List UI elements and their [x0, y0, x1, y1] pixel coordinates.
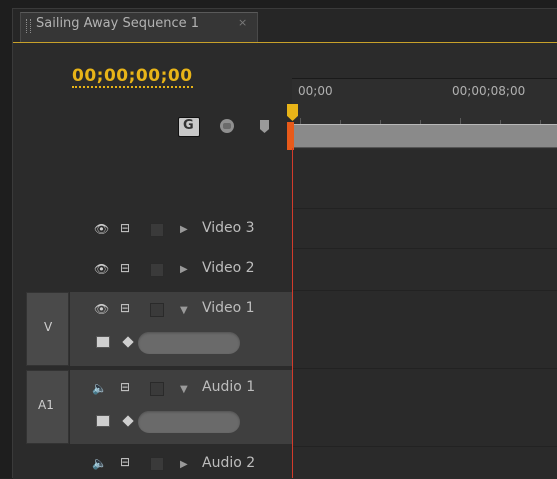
toggle-track-output-speaker-icon[interactable]: 🔈 [92, 381, 107, 395]
display-style-icon[interactable] [96, 336, 110, 348]
tab-title[interactable]: Sailing Away Sequence 1 [36, 16, 199, 31]
work-area-bar[interactable] [292, 124, 557, 148]
track-lock-icon[interactable] [150, 382, 164, 396]
track-lock-icon[interactable] [150, 303, 164, 317]
add-marker-icon[interactable] [220, 119, 234, 133]
expand-track-icon[interactable]: ▶ [180, 224, 188, 235]
target-label-a1: A1 [38, 398, 54, 412]
target-label-v: V [44, 320, 53, 334]
sync-lock-icon[interactable]: ⊟ [120, 301, 130, 315]
sync-lock-icon[interactable]: ⊟ [120, 221, 130, 235]
toggle-track-output-eye-icon[interactable]: 👁 [94, 222, 109, 236]
toggle-track-output-eye-icon[interactable]: 👁 [94, 302, 109, 316]
track-separator [293, 208, 557, 209]
tab-grip-icon[interactable] [26, 19, 31, 33]
track-separator [293, 290, 557, 291]
collapse-track-icon[interactable]: ▼ [180, 305, 188, 316]
ruler-label-8s: 00;00;08;00 [452, 84, 526, 98]
playhead-line [292, 148, 293, 478]
expand-track-icon[interactable]: ▶ [180, 264, 188, 275]
waveform-display-icon[interactable] [96, 415, 110, 427]
toggle-track-output-eye-icon[interactable]: 👁 [94, 262, 109, 276]
track-name-video1: Video 1 [202, 300, 255, 316]
track-name-audio1: Audio 1 [202, 379, 256, 395]
ruler-label-start: 00;00 [298, 84, 333, 98]
sync-lock-icon[interactable]: ⊟ [120, 455, 130, 469]
track-name-video2: Video 2 [202, 260, 255, 276]
track-lock-icon[interactable] [150, 457, 164, 471]
track-separator [293, 248, 557, 249]
playhead-handle[interactable] [287, 122, 294, 150]
track-separator [293, 368, 557, 369]
sync-lock-icon[interactable]: ⊟ [120, 261, 130, 275]
tab-close-icon[interactable]: × [238, 16, 247, 29]
keyframe-navigator[interactable] [138, 332, 240, 354]
toggle-track-output-speaker-icon[interactable]: 🔈 [92, 456, 107, 470]
track-name-audio2: Audio 2 [202, 455, 256, 471]
track-lock-icon[interactable] [150, 223, 164, 237]
collapse-track-icon[interactable]: ▼ [180, 384, 188, 395]
current-time-display[interactable]: 00;00;00;00 [72, 66, 193, 88]
track-content-area[interactable] [293, 150, 557, 478]
track-lock-icon[interactable] [150, 263, 164, 277]
sync-lock-icon[interactable]: ⊟ [120, 380, 130, 394]
track-separator [293, 446, 557, 447]
expand-track-icon[interactable]: ▶ [180, 459, 188, 470]
snap-icon: G [183, 118, 194, 133]
track-name-video3: Video 3 [202, 220, 255, 236]
keyframe-navigator[interactable] [138, 411, 240, 433]
